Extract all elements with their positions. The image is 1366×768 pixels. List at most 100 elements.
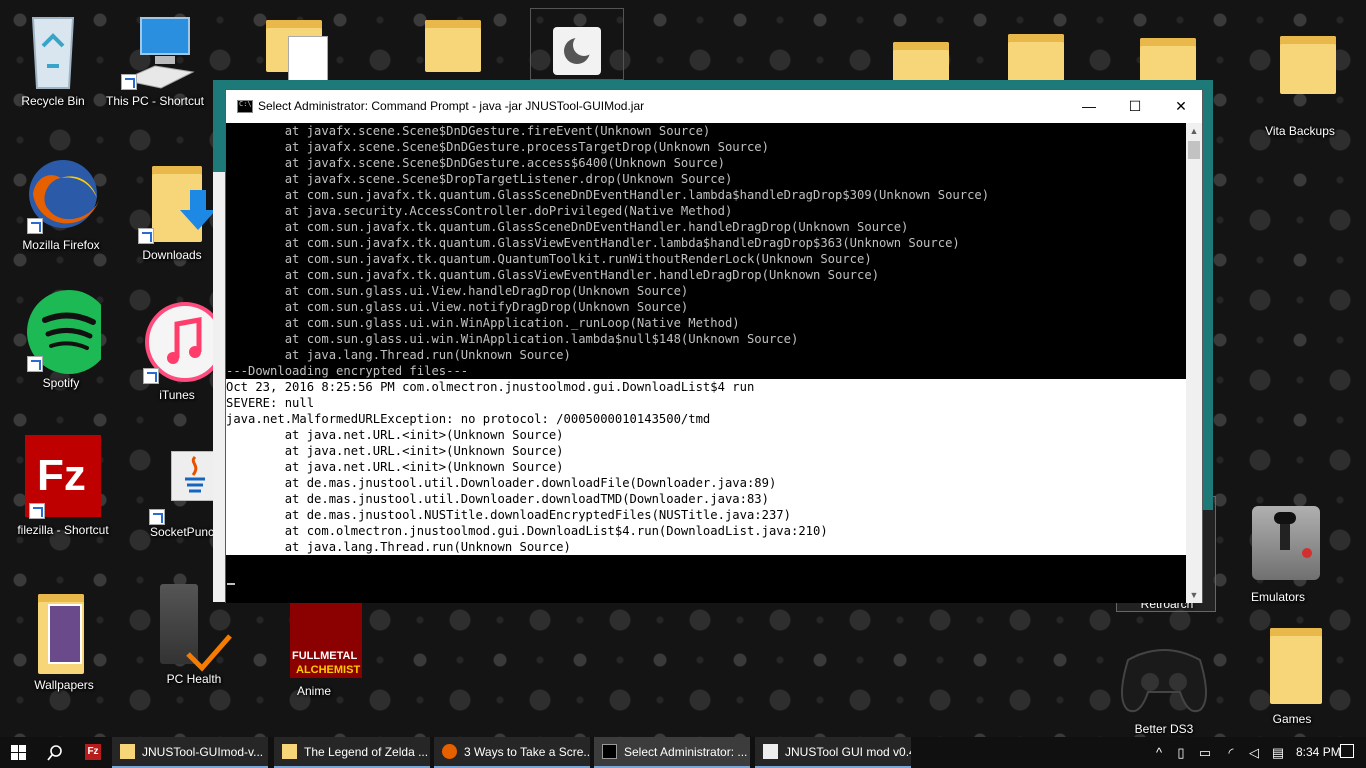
selected-line: at de.mas.jnustool.NUSTitle.downloadEncr… bbox=[226, 508, 791, 522]
desktop-icon-better-ds3[interactable]: Better DS3 bbox=[1114, 630, 1214, 737]
scroll-up-icon[interactable]: ▲ bbox=[1186, 123, 1202, 139]
console-output[interactable]: at javafx.scene.Scene$DnDGesture.fireEve… bbox=[226, 123, 1186, 603]
notification-icon[interactable] bbox=[1340, 744, 1354, 758]
text-cursor bbox=[227, 583, 235, 585]
selected-line: at java.lang.Thread.run(Unknown Source) bbox=[226, 540, 571, 554]
java-icon bbox=[145, 445, 221, 525]
filezilla-taskbar-icon[interactable]: Fz bbox=[76, 737, 110, 768]
folder-icon[interactable] bbox=[425, 20, 481, 72]
filezilla-icon: Fz bbox=[23, 435, 103, 523]
console-lines: at javafx.scene.Scene$DnDGesture.fireEve… bbox=[226, 123, 1186, 379]
taskbar-item-label: Select Administrator: ... bbox=[624, 745, 748, 759]
desktop-icon-socketpunch[interactable]: SocketPunc bbox=[135, 445, 221, 540]
desktop-icon-label: Wallpapers bbox=[34, 678, 94, 692]
desktop-icon-label: SocketPunc bbox=[150, 525, 215, 539]
desktop-icon-downloads[interactable]: Downloads bbox=[122, 160, 222, 263]
desktop-icon-this-pc[interactable]: This PC - Shortcut bbox=[105, 6, 205, 109]
monitor-icon bbox=[115, 6, 195, 94]
desktop-icon-wallpapers[interactable]: Wallpapers bbox=[14, 590, 114, 693]
desktop-icon-label: Vita Backups bbox=[1265, 124, 1335, 138]
desktop-icon-night-app[interactable] bbox=[530, 8, 624, 80]
desktop-icon-games[interactable]: Games bbox=[1242, 624, 1342, 727]
selected-line: at java.net.URL.<init>(Unknown Source) bbox=[226, 460, 564, 474]
console-line: at com.sun.glass.ui.win.WinApplication._… bbox=[226, 316, 740, 330]
console-line: at com.sun.javafx.tk.quantum.GlassViewEv… bbox=[226, 268, 880, 282]
console-line: at javafx.scene.Scene$DnDGesture.process… bbox=[226, 140, 769, 154]
console-line: at com.sun.javafx.tk.quantum.GlassSceneD… bbox=[226, 188, 990, 202]
maximize-button[interactable]: ☐ bbox=[1112, 90, 1158, 123]
desktop-icon-vita-backups[interactable]: Vita Backups bbox=[1250, 30, 1350, 139]
keyboard-icon[interactable]: ▤ bbox=[1268, 737, 1288, 768]
desktop-icon-emulators[interactable]: Emulators bbox=[1228, 502, 1328, 605]
desktop-icon-label: Anime bbox=[296, 684, 331, 698]
console-line: at com.sun.javafx.tk.quantum.GlassSceneD… bbox=[226, 220, 909, 234]
folder-icon bbox=[120, 744, 135, 759]
taskbar-item-zelda-folder[interactable]: The Legend of Zelda ... bbox=[274, 737, 430, 768]
joystick-icon bbox=[1238, 502, 1320, 590]
scroll-thumb[interactable] bbox=[1188, 141, 1200, 159]
title-bar[interactable]: Select Administrator: Command Prompt - j… bbox=[226, 90, 1202, 123]
taskbar-item-label: The Legend of Zelda ... bbox=[304, 745, 429, 759]
volume-icon[interactable]: ◁ bbox=[1244, 737, 1264, 768]
wifi-icon[interactable]: ◜ bbox=[1220, 737, 1242, 768]
console-line: at com.sun.javafx.tk.quantum.GlassViewEv… bbox=[226, 236, 960, 250]
taskbar-item-jnustool-folder[interactable]: JNUSTool-GUImod-v... bbox=[112, 737, 268, 768]
taskbar-item-label: 3 Ways to Take a Scre... bbox=[464, 745, 590, 759]
spotify-icon bbox=[21, 288, 111, 376]
desktop-icon-label: filezilla - Shortcut bbox=[17, 523, 109, 537]
desktop-icon-itunes[interactable]: iTunes bbox=[127, 300, 227, 403]
close-button[interactable]: ✕ bbox=[1158, 90, 1204, 123]
shortcut-arrow-icon bbox=[143, 368, 159, 384]
desktop-icon-label: Spotify bbox=[42, 376, 80, 390]
battery-icon[interactable]: ▭ bbox=[1194, 737, 1216, 768]
folder-icon[interactable] bbox=[1008, 34, 1064, 86]
console-line: at java.lang.Thread.run(Unknown Source) bbox=[226, 348, 571, 362]
console-line: at com.sun.javafx.tk.quantum.QuantumTool… bbox=[226, 252, 872, 266]
taskbar-item-jnustool-gui[interactable]: JNUSTool GUI mod v0.4 bbox=[755, 737, 911, 768]
command-prompt-window[interactable]: Select Administrator: Command Prompt - j… bbox=[225, 89, 1203, 603]
desktop-icon-label: Recycle Bin bbox=[21, 94, 85, 108]
shortcut-arrow-icon bbox=[121, 74, 137, 90]
window-title: Select Administrator: Command Prompt - j… bbox=[258, 99, 645, 113]
desktop-icon-label: This PC - Shortcut bbox=[105, 94, 205, 108]
firefox-icon bbox=[442, 744, 457, 759]
desktop-icon-anime[interactable]: FULLMETAL ALCHEMIST Anime bbox=[264, 600, 364, 699]
command-prompt-icon bbox=[237, 100, 253, 113]
taskbar-item-label: JNUSTool GUI mod v0.4 bbox=[785, 745, 911, 759]
desktop-icon-label: iTunes bbox=[159, 388, 195, 402]
desktop-icon-spotify[interactable]: Spotify bbox=[11, 288, 111, 391]
downloads-folder-icon bbox=[132, 160, 216, 248]
desktop-icon-document[interactable] bbox=[266, 20, 330, 84]
java-icon bbox=[763, 744, 778, 759]
desktop-icon-label: Emulators bbox=[1250, 590, 1306, 604]
folder-icon bbox=[282, 744, 297, 759]
scroll-down-icon[interactable]: ▼ bbox=[1186, 587, 1202, 603]
console-line: at javafx.scene.Scene$DnDGesture.access$… bbox=[226, 156, 725, 170]
taskbar: Fz JNUSTool-GUImod-v... The Legend of Ze… bbox=[0, 737, 1366, 768]
firefox-icon bbox=[21, 150, 101, 238]
search-icon[interactable] bbox=[38, 737, 72, 768]
desktop-icon-label: Games bbox=[1272, 712, 1312, 726]
minimize-button[interactable]: — bbox=[1066, 90, 1112, 123]
selected-lines: Oct 23, 2016 8:25:56 PM com.olmectron.jn… bbox=[226, 379, 1186, 555]
desktop-icon-firefox[interactable]: Mozilla Firefox bbox=[11, 150, 111, 253]
folder-icon bbox=[24, 590, 104, 678]
vertical-scrollbar[interactable]: ▲ ▼ bbox=[1186, 123, 1202, 603]
chevron-up-icon[interactable]: ^ bbox=[1150, 737, 1168, 768]
console-line: at javafx.scene.Scene$DropTargetListener… bbox=[226, 172, 733, 186]
moon-icon bbox=[553, 27, 601, 75]
shortcut-arrow-icon bbox=[138, 228, 154, 244]
console-line: at com.sun.glass.ui.win.WinApplication.l… bbox=[226, 332, 799, 346]
desktop-icon-label: PC Health bbox=[166, 672, 222, 686]
taskbar-item-firefox[interactable]: 3 Ways to Take a Scre... bbox=[434, 737, 590, 768]
selected-line: at com.olmectron.jnustoolmod.gui.Downloa… bbox=[226, 524, 828, 538]
usb-icon[interactable]: ▯ bbox=[1172, 737, 1190, 768]
start-button[interactable] bbox=[0, 737, 36, 768]
desktop-icon-filezilla[interactable]: Fz filezilla - Shortcut bbox=[13, 435, 113, 538]
console-line: at java.security.AccessController.doPriv… bbox=[226, 204, 733, 218]
desktop-icon-recycle-bin[interactable]: Recycle Bin bbox=[3, 6, 103, 109]
selected-line: at de.mas.jnustool.util.Downloader.downl… bbox=[226, 476, 777, 490]
clock[interactable]: 8:34 PM bbox=[1296, 745, 1341, 759]
taskbar-item-command-prompt[interactable]: Select Administrator: ... bbox=[594, 737, 750, 768]
shortcut-arrow-icon bbox=[29, 503, 45, 519]
